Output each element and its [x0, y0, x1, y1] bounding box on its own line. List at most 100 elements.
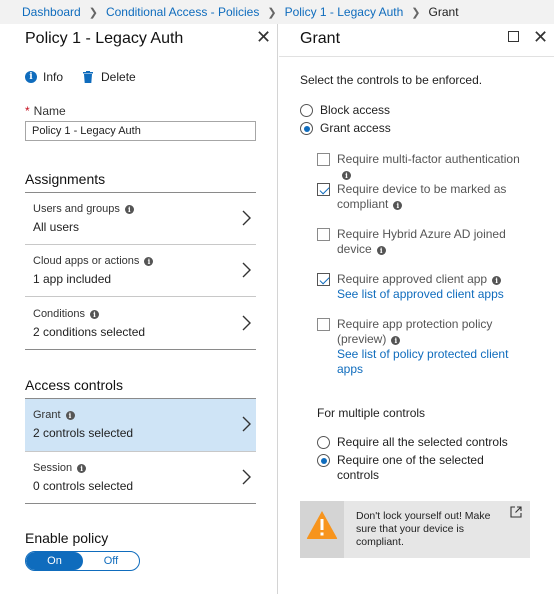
approved-client-app-checkbox[interactable]: Require approved client app i See list of… — [317, 272, 532, 302]
breadcrumb-dashboard[interactable]: Dashboard — [22, 5, 81, 19]
trash-icon — [83, 71, 94, 83]
name-label-text: Name — [33, 104, 66, 118]
hybrid-joined-checkbox[interactable]: Require Hybrid Azure AD joined device i — [317, 227, 517, 257]
require-all-radio[interactable]: Require all the selected controls — [317, 435, 508, 449]
info-label: Info — [43, 70, 64, 84]
toggle-off-option[interactable]: Off — [83, 552, 139, 570]
grant-access-radio[interactable]: Grant access — [300, 121, 391, 135]
grant-intro-text: Select the controls to be enforced. — [300, 73, 483, 87]
radio-circle — [300, 104, 313, 117]
row-value: 0 controls selected — [33, 479, 134, 493]
warning-message: Don't lock yourself out! Make sure that … — [356, 510, 491, 548]
checkbox-label-text: Require app protection policy (preview) — [337, 317, 493, 346]
approved-client-apps-link[interactable]: See list of approved client apps — [337, 287, 504, 302]
required-marker: * — [25, 104, 30, 118]
info-icon: i — [144, 256, 154, 266]
delete-button[interactable]: Delete — [83, 70, 136, 84]
toggle-on-option[interactable]: On — [26, 552, 83, 570]
assignments-heading: Assignments — [25, 171, 106, 187]
checkbox-box — [317, 153, 330, 166]
info-icon: i — [89, 309, 99, 319]
info-icon: i — [25, 71, 37, 83]
breadcrumb: Dashboard ❯ Conditional Access - Policie… — [0, 0, 554, 24]
radio-label: Block access — [320, 103, 391, 117]
mfa-checkbox[interactable]: Require multi-factor authentication i — [317, 152, 532, 182]
session-row[interactable]: Session i 0 controls selected — [25, 452, 256, 504]
header-divider — [279, 56, 554, 57]
policy-protected-apps-link[interactable]: See list of policy protected client apps — [337, 347, 517, 377]
checkbox-label-text: Require approved client app — [337, 272, 488, 286]
info-icon: i — [393, 201, 403, 210]
checkbox-box — [317, 273, 330, 286]
access-controls-heading: Access controls — [25, 377, 124, 393]
breadcrumb-separator-icon: ❯ — [411, 6, 421, 19]
chevron-right-icon — [242, 262, 251, 278]
checkbox-label: Require Hybrid Azure AD joined device i — [337, 227, 517, 257]
maximize-icon[interactable] — [508, 31, 519, 42]
info-icon: i — [376, 246, 386, 255]
breadcrumb-separator-icon: ❯ — [88, 6, 98, 19]
row-divider — [25, 503, 256, 504]
row-label-text: Users and groups — [33, 203, 120, 215]
checkbox-label-text: Require device to be marked as compliant — [337, 182, 507, 211]
policy-blade: Policy 1 - Legacy Auth ✕ i Info Delete *… — [0, 24, 278, 594]
info-button[interactable]: i Info — [25, 70, 63, 84]
close-icon[interactable]: ✕ — [533, 28, 548, 46]
row-label-text: Cloud apps or actions — [33, 255, 140, 267]
checkbox-label: Require multi-factor authentication i — [337, 152, 532, 182]
checkbox-box — [317, 318, 330, 331]
chevron-right-icon — [242, 210, 251, 226]
chevron-right-icon — [242, 416, 251, 432]
checkbox-content: Require approved client app i See list of… — [337, 272, 504, 302]
policy-blade-title: Policy 1 - Legacy Auth — [25, 30, 184, 47]
radio-circle — [300, 122, 313, 135]
info-icon: i — [65, 410, 75, 420]
require-one-radio[interactable]: Require one of the selected controls — [317, 453, 497, 483]
chevron-right-icon — [242, 315, 251, 331]
cloud-apps-row[interactable]: Cloud apps or actions i 1 app included — [25, 245, 256, 297]
users-and-groups-row[interactable]: Users and groups i All users — [25, 193, 256, 245]
enable-policy-toggle[interactable]: On Off — [25, 551, 140, 571]
row-divider — [25, 296, 256, 297]
multiple-controls-heading: For multiple controls — [317, 406, 426, 420]
row-label: Grant i — [33, 409, 75, 421]
checkbox-box — [317, 183, 330, 196]
close-icon[interactable]: ✕ — [256, 28, 271, 46]
external-link-icon[interactable] — [510, 506, 522, 518]
row-value: 2 conditions selected — [33, 325, 146, 339]
row-label: Session i — [33, 462, 87, 474]
chevron-right-icon — [242, 469, 251, 485]
compliant-device-checkbox[interactable]: Require device to be marked as compliant… — [317, 182, 517, 212]
lockout-warning: Don't lock yourself out! Make sure that … — [300, 501, 530, 558]
radio-circle — [317, 454, 330, 467]
info-icon: i — [77, 463, 87, 473]
app-protection-checkbox[interactable]: Require app protection policy (preview) i… — [317, 317, 517, 377]
delete-label: Delete — [101, 70, 136, 84]
block-access-radio[interactable]: Block access — [300, 103, 390, 117]
checkbox-label: Require approved client app i — [337, 272, 502, 286]
row-label-text: Conditions — [33, 308, 85, 320]
row-divider — [25, 349, 256, 350]
radio-label: Require one of the selected controls — [337, 453, 484, 482]
name-label: * Name — [25, 104, 66, 118]
checkbox-label: Require device to be marked as compliant… — [337, 182, 517, 212]
info-icon: i — [342, 171, 351, 180]
row-value: 2 controls selected — [33, 426, 134, 440]
breadcrumb-policy[interactable]: Policy 1 - Legacy Auth — [285, 5, 404, 19]
info-icon: i — [124, 204, 134, 214]
breadcrumb-policies[interactable]: Conditional Access - Policies — [106, 5, 259, 19]
row-value: 1 app included — [33, 272, 112, 286]
policy-name-input[interactable] — [25, 121, 256, 141]
radio-circle — [317, 436, 330, 449]
row-value: All users — [33, 220, 80, 234]
conditions-row[interactable]: Conditions i 2 conditions selected — [25, 298, 256, 350]
warning-icon — [306, 511, 338, 539]
breadcrumb-current: Grant — [428, 5, 459, 19]
radio-label: Require all the selected controls — [337, 435, 508, 449]
checkbox-label-text: Require multi-factor authentication — [337, 152, 520, 166]
grant-row[interactable]: Grant i 2 controls selected — [25, 399, 256, 451]
radio-label: Grant access — [320, 121, 391, 135]
info-icon: i — [492, 276, 502, 285]
checkbox-label-text: Require Hybrid Azure AD joined device — [337, 227, 506, 256]
row-label: Cloud apps or actions i — [33, 255, 154, 267]
